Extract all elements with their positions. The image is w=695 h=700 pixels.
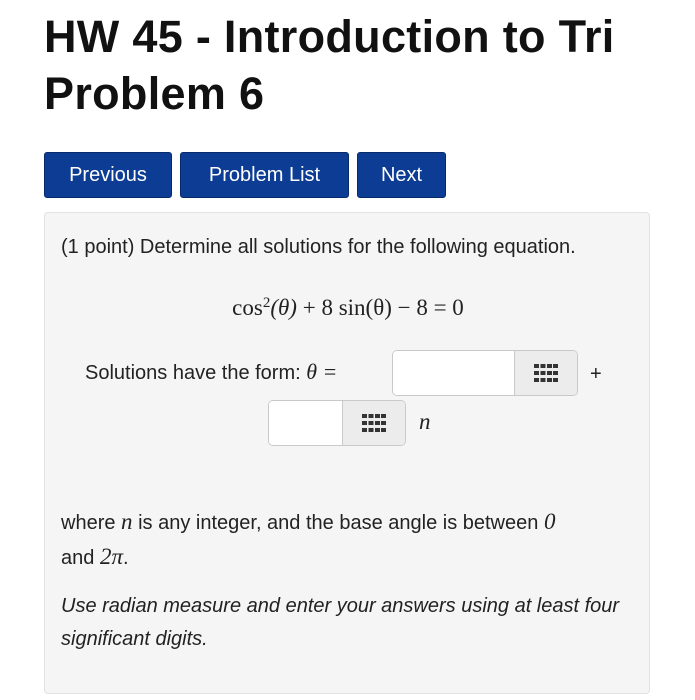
where-n: n [121,509,133,534]
grid-icon [534,364,558,382]
where-text: where n is any integer, and the base ang… [61,505,641,575]
problem-list-button[interactable]: Problem List [180,152,349,198]
problem-panel: (1 point) Determine all solutions for th… [44,212,650,694]
where-zero: 0 [543,509,556,534]
eq-cos: cos [232,295,263,320]
where-part4: . [122,547,129,569]
n-variable: n [419,409,431,434]
title-line-2: Problem 6 [44,68,265,119]
where-part3: and [61,547,100,569]
title-line-1: HW 45 - Introduction to Tri [44,11,615,62]
theta-equals: θ = [306,359,338,384]
where-part2: is any integer, and the base angle is be… [132,512,544,534]
where-two-pi: 2π [99,544,123,569]
answer-input-2[interactable] [269,401,342,445]
answer-field-2 [268,400,406,446]
solution-form-label: Solutions have the form: θ = [85,359,337,385]
equation-editor-button-2[interactable] [342,401,405,445]
equation: cos2(θ) + 8 sin(θ) − 8 = 0 [45,295,651,321]
equation-editor-button-1[interactable] [514,351,577,395]
form-label-text: Solutions have the form: [85,362,301,384]
plus-sign: + [590,363,602,385]
eq-arg: (θ) [270,295,297,320]
answer-field-1 [392,350,578,396]
eq-rest: + 8 sin(θ) − 8 = 0 [296,295,464,320]
problem-statement: (1 point) Determine all solutions for th… [61,236,576,258]
answer-input-1[interactable] [393,351,514,395]
grid-icon [362,414,386,432]
instructions-note: Use radian measure and enter your answer… [61,595,620,650]
next-button[interactable]: Next [357,152,446,198]
problem-nav: Previous Problem List Next [44,152,446,198]
where-part1: where [61,512,122,534]
previous-button[interactable]: Previous [44,152,172,198]
page: HW 45 - Introduction to Tri Problem 6 Pr… [0,0,695,700]
page-title: HW 45 - Introduction to Tri Problem 6 [44,8,615,122]
